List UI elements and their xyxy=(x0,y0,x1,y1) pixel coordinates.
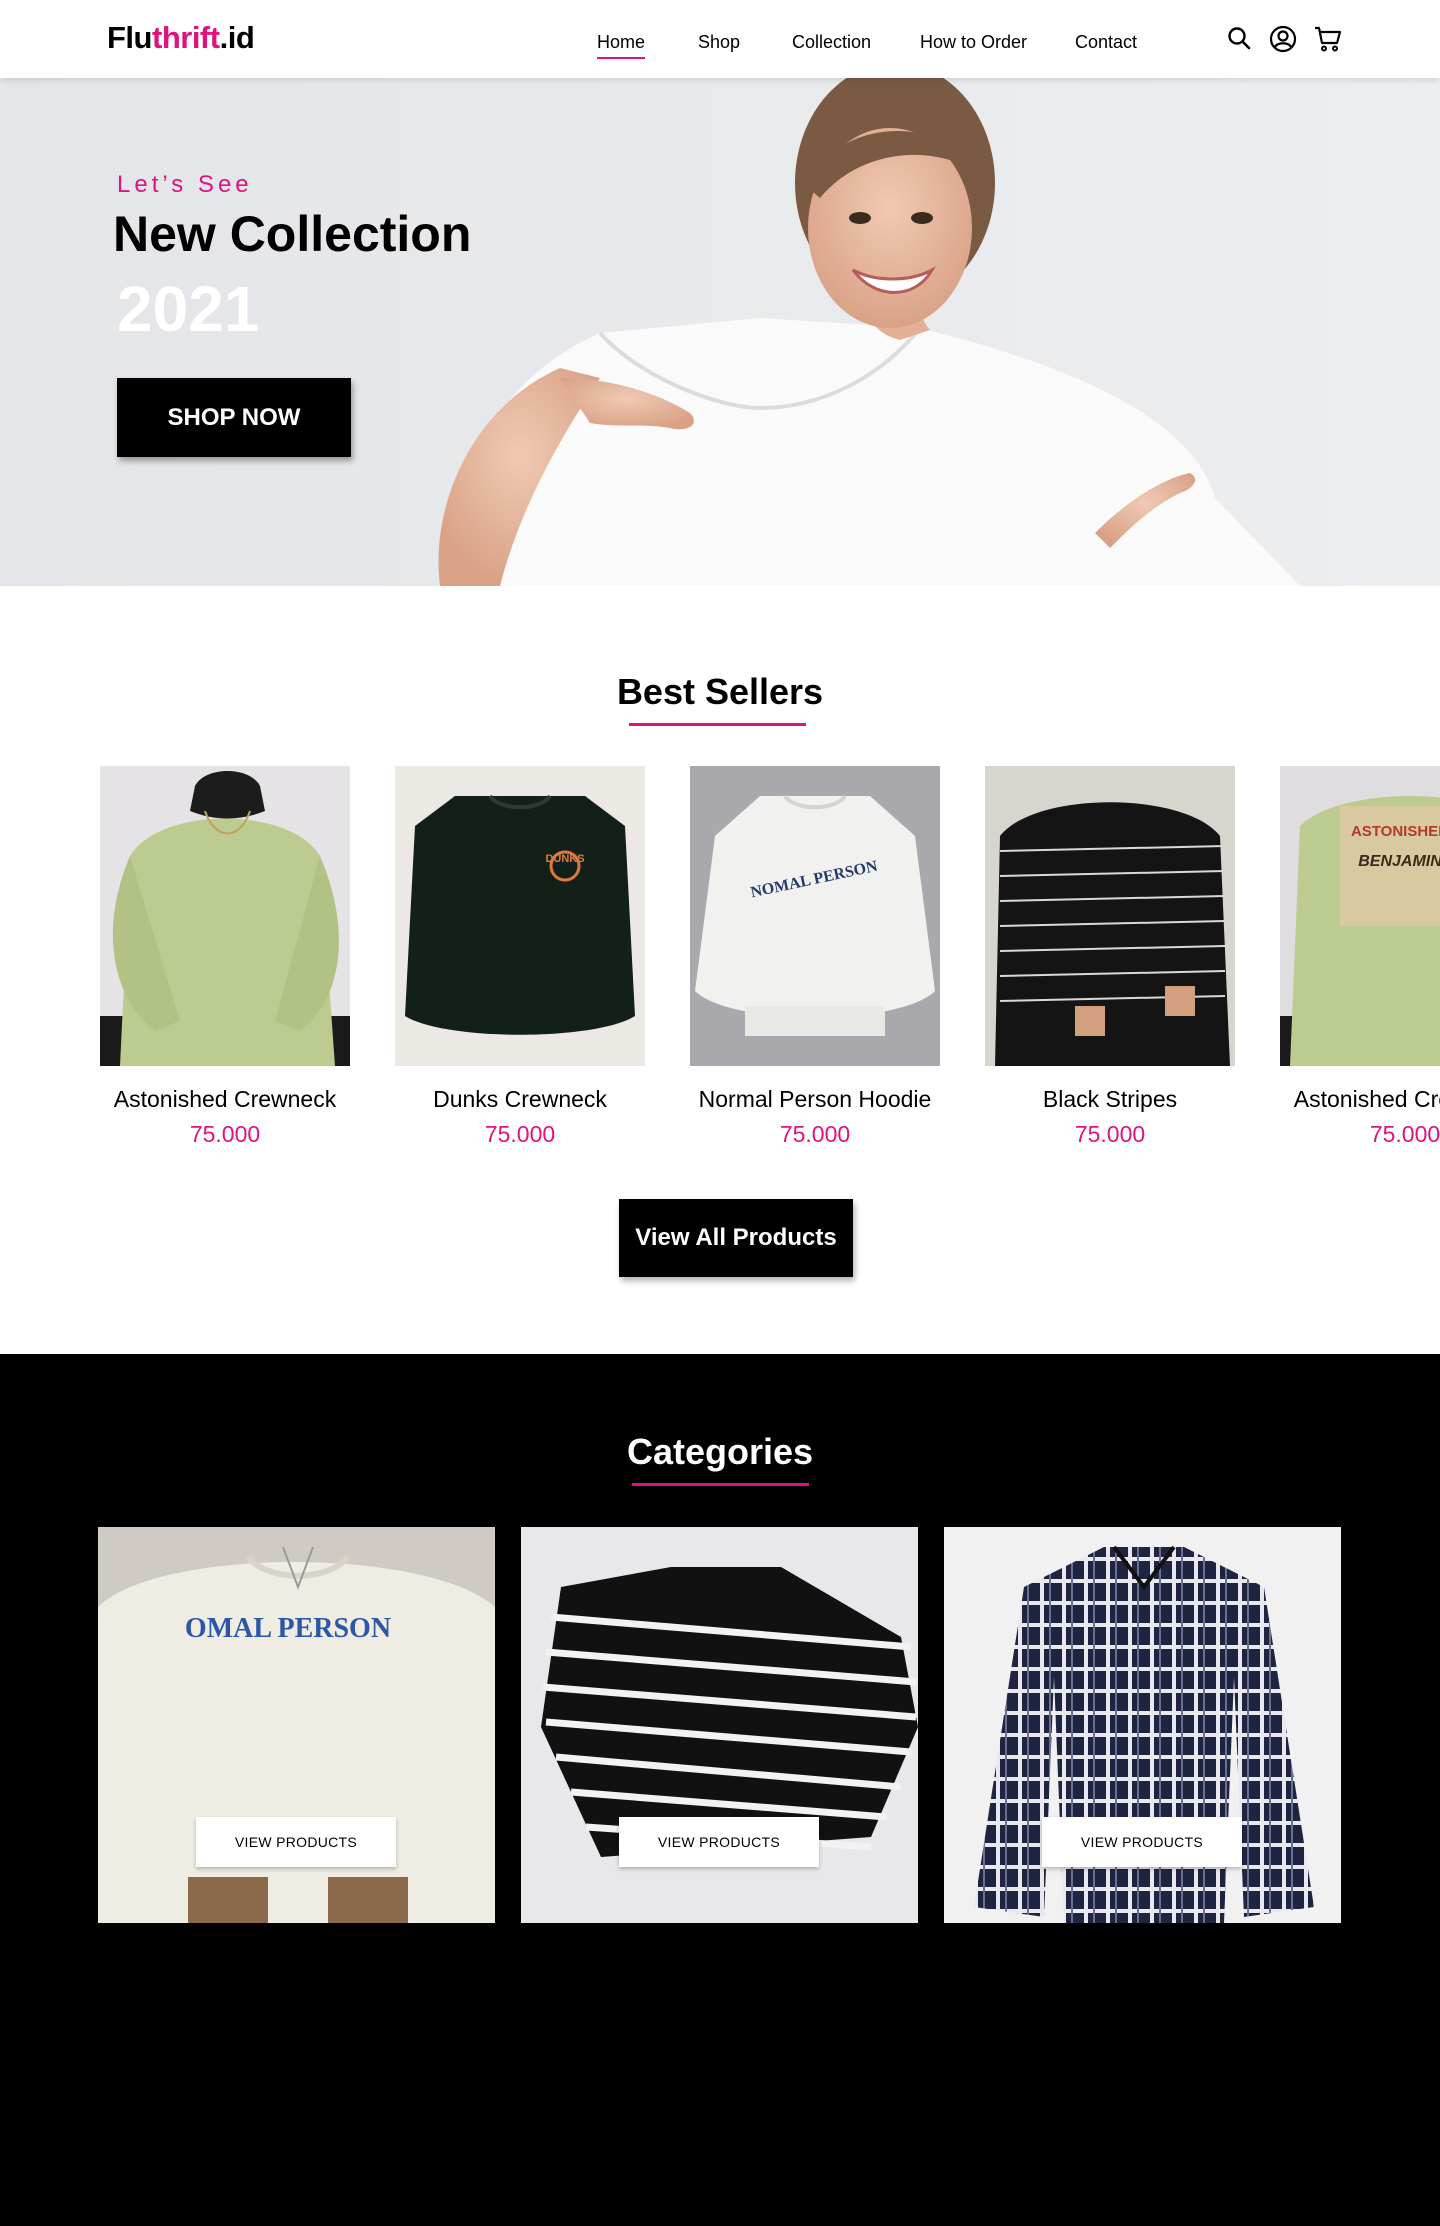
hero-title: New Collection xyxy=(113,206,472,262)
product-price: 75.000 xyxy=(484,1121,556,1147)
product-image[interactable]: ASTONISHED BENJAMIN xyxy=(1280,766,1440,1066)
view-all-products-button[interactable]: View All Products xyxy=(619,1199,853,1277)
categories-section: Categories OMAL PERSON VIEW PRODUCTS VIE… xyxy=(0,1354,1440,2226)
product-card[interactable]: ASTONISHED BENJAMIN Astonished Crewneck … xyxy=(1280,766,1440,1148)
nav-collection[interactable]: Collection xyxy=(792,30,871,54)
nav-how-to-order[interactable]: How to Order xyxy=(920,30,1027,54)
product-name[interactable]: Normal Person Hoodie xyxy=(690,1084,940,1114)
hero-eyebrow: Let’s See xyxy=(117,171,253,198)
best-sellers-carousel: Astonished Crewneck 75.000 DUNKS Dunks C… xyxy=(0,766,1440,1166)
cart-icon[interactable] xyxy=(1313,24,1343,54)
product-image[interactable]: DUNKS xyxy=(395,766,645,1066)
product-name[interactable]: Black Stripes xyxy=(985,1084,1235,1114)
hero-year: 2021 xyxy=(117,273,260,345)
svg-text:OMAL PERSON: OMAL PERSON xyxy=(185,1613,391,1644)
categories-title: Categories xyxy=(626,1431,814,1472)
product-image[interactable] xyxy=(985,766,1235,1066)
product-price: 75.000 xyxy=(779,1121,851,1147)
category-card-shirts[interactable]: VIEW PRODUCTS xyxy=(944,1527,1341,1923)
product-price: 75.000 xyxy=(1074,1121,1146,1147)
view-products-button[interactable]: VIEW PRODUCTS xyxy=(1042,1817,1242,1867)
svg-text:ASTONISHED: ASTONISHED xyxy=(1351,823,1440,840)
svg-text:BENJAMIN: BENJAMIN xyxy=(1358,853,1440,870)
view-products-button[interactable]: VIEW PRODUCTS xyxy=(196,1817,396,1867)
product-image[interactable]: NOMAL PERSON xyxy=(690,766,940,1066)
product-card[interactable]: NOMAL PERSON Normal Person Hoodie 75.000 xyxy=(690,766,940,1148)
view-products-button[interactable]: VIEW PRODUCTS xyxy=(619,1817,819,1867)
svg-text:DUNKS: DUNKS xyxy=(545,853,584,865)
best-sellers-underline xyxy=(629,723,806,726)
product-name[interactable]: Astonished Crewneck xyxy=(1280,1084,1440,1114)
product-card[interactable]: Black Stripes 75.000 xyxy=(985,766,1235,1148)
best-sellers-title: Best Sellers xyxy=(616,671,824,712)
shop-now-button[interactable]: SHOP NOW xyxy=(117,378,351,457)
nav-shop[interactable]: Shop xyxy=(698,30,740,54)
product-price: 75.000 xyxy=(1369,1121,1440,1147)
user-icon[interactable] xyxy=(1268,24,1298,54)
site-header: Fluthrift.id Home Shop Collection How to… xyxy=(0,0,1440,78)
nav-home[interactable]: Home xyxy=(597,30,646,59)
hero-banner: Let’s See New Collection 2021 SHOP NOW xyxy=(0,78,1440,586)
category-card-hoodies[interactable]: OMAL PERSON VIEW PRODUCTS xyxy=(98,1527,495,1923)
nav-contact[interactable]: Contact xyxy=(1075,30,1137,54)
search-icon[interactable] xyxy=(1225,24,1255,54)
product-name[interactable]: Astonished Crewneck xyxy=(100,1084,350,1114)
product-card[interactable]: DUNKS Dunks Crewneck 75.000 xyxy=(395,766,645,1148)
main-nav: Home Shop Collection How to Order Contac… xyxy=(0,30,1440,59)
product-card[interactable]: Astonished Crewneck 75.000 xyxy=(100,766,350,1148)
product-name[interactable]: Dunks Crewneck xyxy=(395,1084,645,1114)
product-price: 75.000 xyxy=(189,1121,261,1147)
product-image[interactable] xyxy=(100,766,350,1066)
category-card-tshirts[interactable]: VIEW PRODUCTS xyxy=(521,1527,918,1923)
categories-underline xyxy=(632,1483,809,1486)
